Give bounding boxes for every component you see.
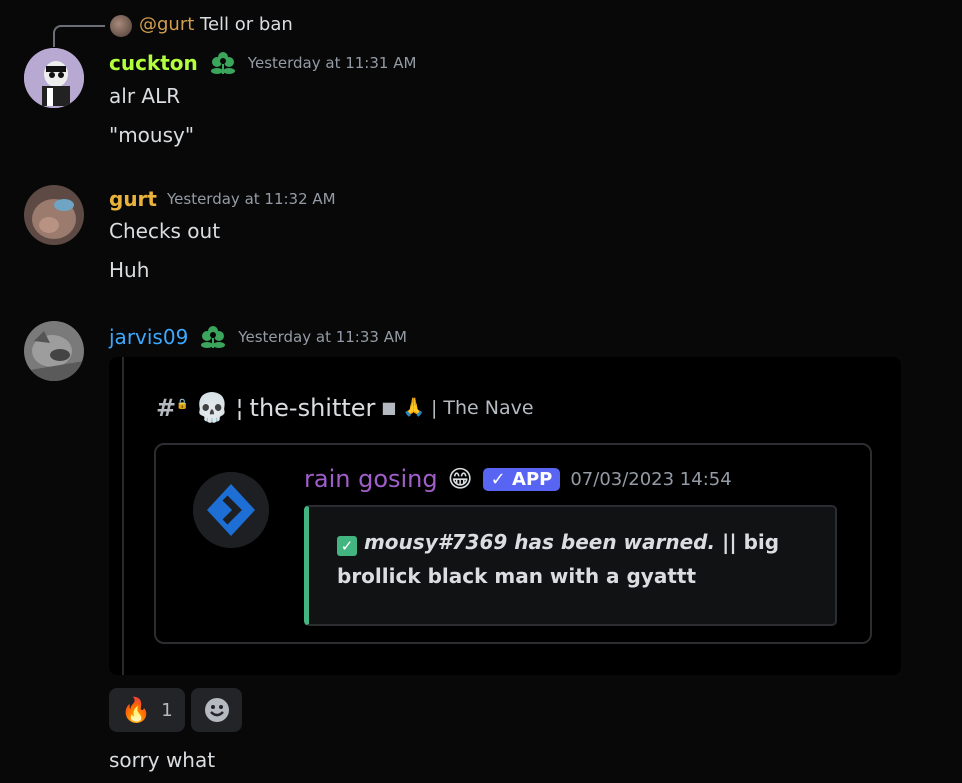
avatar[interactable]: [24, 185, 84, 245]
grin-icon: 😁: [447, 465, 473, 493]
username[interactable]: jarvis09: [109, 325, 188, 349]
message-line: alr ALR: [109, 84, 181, 108]
hashtag-lock-icon: #🔒: [156, 393, 189, 422]
bot-logo-icon: [193, 472, 269, 548]
attached-image[interactable]: #🔒 💀 ¦ the-shitter ■ 🙏 | The Nave rain g…: [109, 357, 901, 675]
channel-name: the-shitter: [249, 393, 376, 422]
timestamp: Yesterday at 11:33 AM: [238, 328, 407, 346]
reaction-count: 1: [161, 699, 173, 721]
app-badge-label: APP: [512, 468, 553, 490]
reaction-fire[interactable]: 🔥 1: [109, 688, 185, 732]
flower-badge-icon[interactable]: [208, 50, 238, 76]
check-icon: ✓: [337, 536, 357, 556]
fire-icon: 🔥: [121, 696, 152, 724]
username[interactable]: gurt: [109, 187, 157, 211]
message-line: Huh: [109, 258, 150, 282]
bot-timestamp: 07/03/2023 14:54: [570, 468, 732, 490]
reply-preview[interactable]: @gurt Tell or ban: [139, 14, 293, 35]
bot-message-card: rain gosing 😁 ✓ APP 07/03/2023 14:54 ✓ m…: [154, 443, 872, 644]
app-badge: ✓ APP: [482, 467, 561, 491]
pray-icon: 🙏: [402, 397, 425, 418]
warn-embed: ✓ mousy#7369 has been warned. || big bro…: [304, 505, 837, 626]
message-line: Checks out: [109, 219, 221, 243]
bot-name: rain gosing: [304, 465, 438, 493]
channel-header: #🔒 💀 ¦ the-shitter ■ 🙏 | The Nave: [156, 391, 534, 424]
reply-mention[interactable]: @gurt: [139, 14, 194, 35]
username[interactable]: cuckton: [109, 51, 198, 75]
reply-avatar[interactable]: [110, 15, 132, 37]
server-name: | The Nave: [430, 396, 534, 419]
timestamp: Yesterday at 11:32 AM: [166, 190, 336, 208]
flower-badge-icon[interactable]: [198, 324, 228, 350]
message-line: "mousy": [109, 123, 195, 147]
channel-separator: ¦: [235, 393, 244, 422]
warn-text-rest-2: brollick black man with a gyattt: [337, 564, 697, 588]
reply-connector: [53, 25, 105, 47]
add-reaction-button[interactable]: [191, 688, 242, 732]
folder-icon: ■: [381, 398, 397, 417]
avatar[interactable]: [24, 321, 84, 381]
image-left-border: [122, 357, 124, 675]
bot-avatar: [193, 472, 269, 548]
warn-text-rest-1: || big: [722, 530, 780, 554]
skull-icon: 💀: [194, 391, 230, 424]
warn-text-italic: mousy#7369 has been warned.: [363, 530, 716, 554]
bot-header: rain gosing 😁 ✓ APP 07/03/2023 14:54: [304, 465, 732, 493]
avatar[interactable]: [24, 48, 84, 108]
message-line: sorry what: [109, 748, 216, 772]
reply-text: Tell or ban: [200, 14, 293, 35]
smiley-icon: [204, 698, 229, 722]
timestamp: Yesterday at 11:31 AM: [247, 54, 417, 72]
avatar-image: [24, 48, 84, 108]
avatar-image: [24, 321, 84, 381]
warn-text: ✓ mousy#7369 has been warned. || big bro…: [337, 525, 817, 593]
avatar-image: [24, 185, 84, 245]
